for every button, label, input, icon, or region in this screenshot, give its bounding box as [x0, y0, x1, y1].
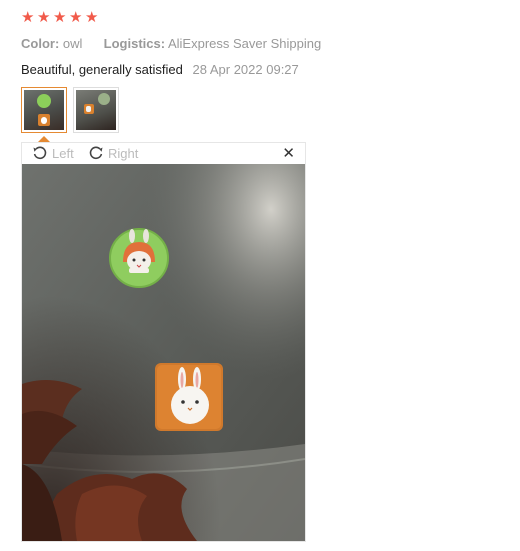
- review-attributes: Color: owl Logistics: AliExpress Saver S…: [21, 36, 321, 51]
- star-icon: ★: [85, 9, 99, 26]
- close-icon[interactable]: ✕: [282, 144, 295, 162]
- review-text: Beautiful, generally satisfied: [21, 62, 183, 77]
- photo-viewer: Left Right ✕: [21, 142, 306, 542]
- color-label: Color:: [21, 36, 60, 51]
- logistics-label: Logistics:: [103, 36, 166, 51]
- viewer-toolbar: Left Right ✕: [22, 143, 305, 164]
- thumbnail-image: [24, 90, 64, 130]
- review-date: 28 Apr 2022 09:27: [192, 62, 299, 77]
- star-icon: ★: [69, 9, 83, 26]
- star-icon: ★: [21, 9, 35, 26]
- star-icon: ★: [37, 9, 51, 26]
- rotate-right-label: Right: [108, 145, 139, 161]
- rotate-left-icon: [33, 146, 47, 160]
- rotate-left-label: Left: [52, 145, 74, 161]
- photo-thumbnails: [21, 87, 119, 133]
- thumbnail-photo-1[interactable]: [21, 87, 67, 133]
- review-photo: [22, 164, 305, 541]
- rotate-right-button[interactable]: Right: [88, 145, 138, 161]
- thumbnail-photo-2[interactable]: [73, 87, 119, 133]
- logistics-value: AliExpress Saver Shipping: [167, 36, 322, 51]
- thumbnail-image: [76, 90, 116, 130]
- color-value: owl: [62, 36, 83, 51]
- rotate-left-button[interactable]: Left: [32, 145, 74, 161]
- rotate-right-icon: [89, 146, 103, 160]
- rating-stars: ★ ★ ★ ★ ★: [21, 9, 99, 26]
- star-icon: ★: [53, 9, 67, 26]
- review-line: Beautiful, generally satisfied 28 Apr 20…: [21, 62, 299, 77]
